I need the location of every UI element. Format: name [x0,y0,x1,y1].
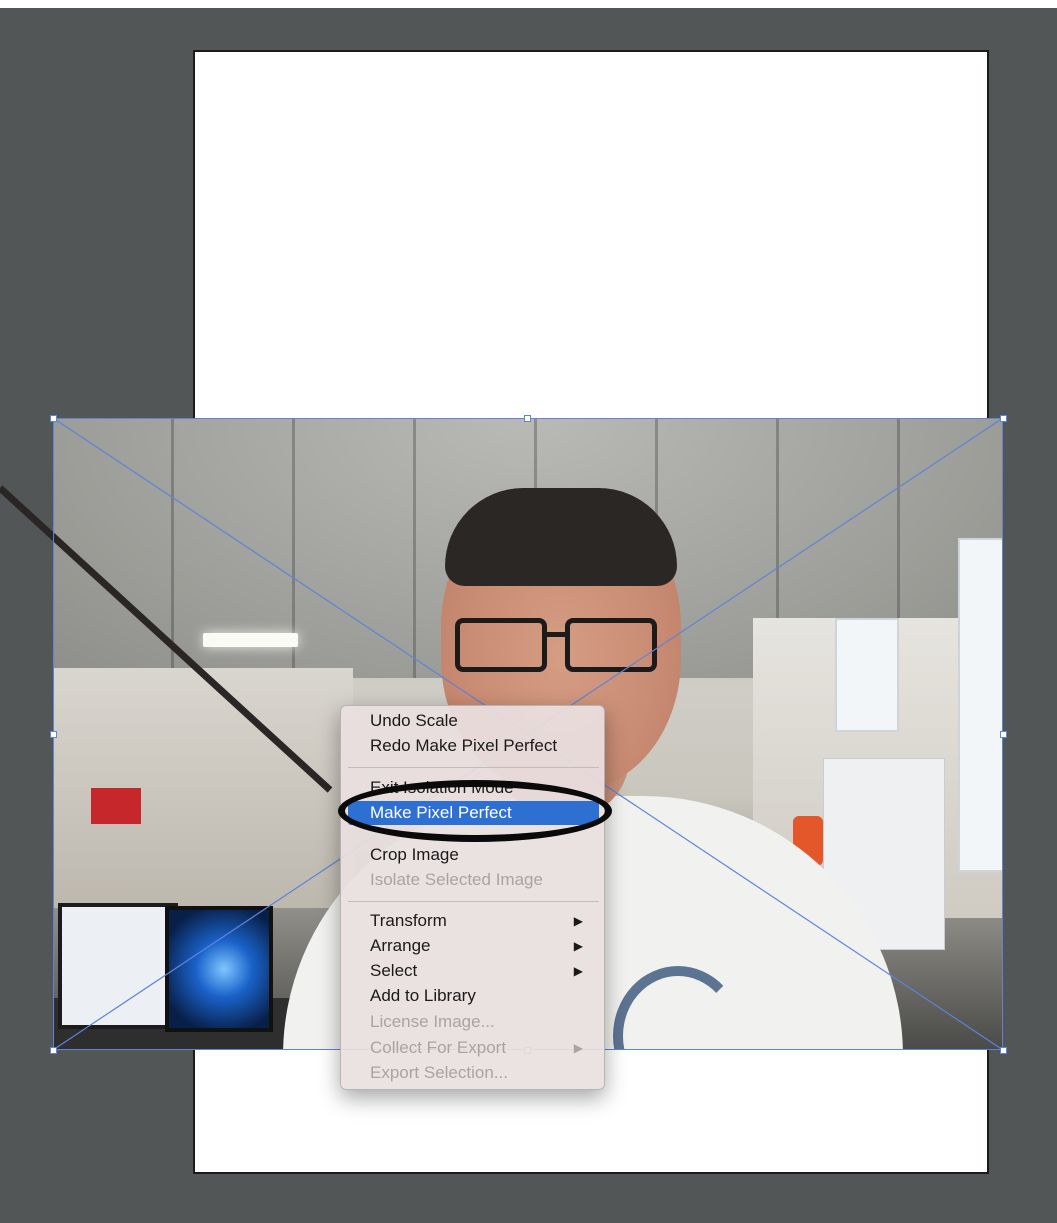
selection-handle-middle-left[interactable] [50,731,57,738]
menu-item-arrange[interactable]: Arrange ▶ [348,934,599,958]
selection-handle-middle-right[interactable] [1000,731,1007,738]
menu-item-isolate-selected-image[interactable]: Isolate Selected Image [348,868,599,892]
image-red-sign [91,788,141,824]
menu-item-label: Redo Make Pixel Perfect [370,736,558,755]
submenu-arrow-icon: ▶ [573,939,583,953]
menu-item-label: Collect For Export [370,1038,507,1057]
menu-item-label: Select [370,961,418,980]
menu-item-collect-for-export[interactable]: Collect For Export ▶ [348,1036,599,1060]
image-window [958,538,1003,872]
image-monitor [58,903,178,1029]
submenu-arrow-icon: ▶ [573,1041,583,1055]
menu-separator [348,767,599,768]
menu-item-transform[interactable]: Transform ▶ [348,909,599,933]
top-strip [0,0,1057,8]
menu-item-export-selection[interactable]: Export Selection... [348,1061,599,1085]
menu-item-license-image[interactable]: License Image... [348,1010,599,1034]
menu-item-label: Add to Library [370,986,476,1005]
menu-item-label: Arrange [370,936,431,955]
menu-item-add-to-library[interactable]: Add to Library [348,984,599,1008]
menu-item-label: Export Selection... [370,1063,508,1082]
menu-item-label: Crop Image [370,845,459,864]
image-glasses-right [565,618,657,672]
context-menu: Undo Scale Redo Make Pixel Perfect Exit … [340,705,605,1090]
image-window [835,618,899,732]
image-monitor-windows [165,906,273,1032]
image-hair [445,488,677,586]
annotation-highlight-ellipse [338,780,612,842]
menu-item-label: Undo Scale [370,711,458,730]
menu-item-crop-image[interactable]: Crop Image [348,843,599,867]
menu-item-label: License Image... [370,1012,495,1031]
menu-item-label: Isolate Selected Image [370,870,543,889]
selection-handle-top-right[interactable] [1000,415,1007,422]
menu-item-select[interactable]: Select ▶ [348,959,599,983]
image-glasses-bridge [547,632,567,637]
submenu-arrow-icon: ▶ [573,914,583,928]
menu-item-label: Transform [370,911,447,930]
selection-handle-bottom-left[interactable] [50,1047,57,1054]
menu-separator [348,901,599,902]
menu-item-redo-make-pixel-perfect[interactable]: Redo Make Pixel Perfect [348,734,599,758]
image-ceiling-light [203,633,298,647]
selection-handle-top-left[interactable] [50,415,57,422]
menu-item-undo-scale[interactable]: Undo Scale [348,709,599,733]
selection-handle-top-center[interactable] [524,415,531,422]
submenu-arrow-icon: ▶ [573,964,583,978]
selection-handle-bottom-right[interactable] [1000,1047,1007,1054]
image-glasses-left [455,618,547,672]
